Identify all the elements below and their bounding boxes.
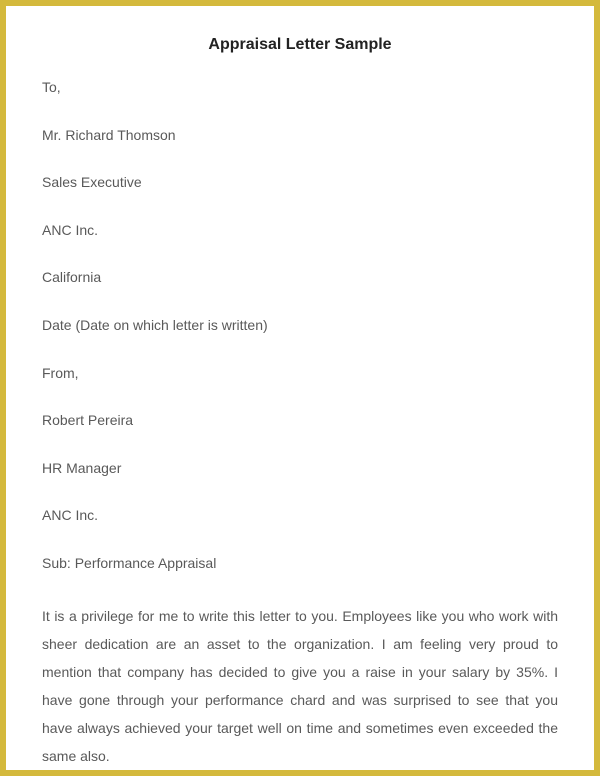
body-paragraph: It is a privilege for me to write this l… — [42, 602, 558, 770]
recipient-name: Mr. Richard Thomson — [42, 126, 558, 146]
document-frame: Appraisal Letter Sample To, Mr. Richard … — [0, 0, 600, 776]
recipient-title: Sales Executive — [42, 173, 558, 193]
sender-title: HR Manager — [42, 459, 558, 479]
recipient-company: ANC Inc. — [42, 221, 558, 241]
sender-company: ANC Inc. — [42, 506, 558, 526]
document-title: Appraisal Letter Sample — [42, 36, 558, 54]
sender-name: Robert Pereira — [42, 411, 558, 431]
recipient-location: California — [42, 268, 558, 288]
from-label: From, — [42, 364, 558, 384]
subject-line: Sub: Performance Appraisal — [42, 554, 558, 574]
date-line: Date (Date on which letter is written) — [42, 316, 558, 336]
to-label: To, — [42, 78, 558, 98]
